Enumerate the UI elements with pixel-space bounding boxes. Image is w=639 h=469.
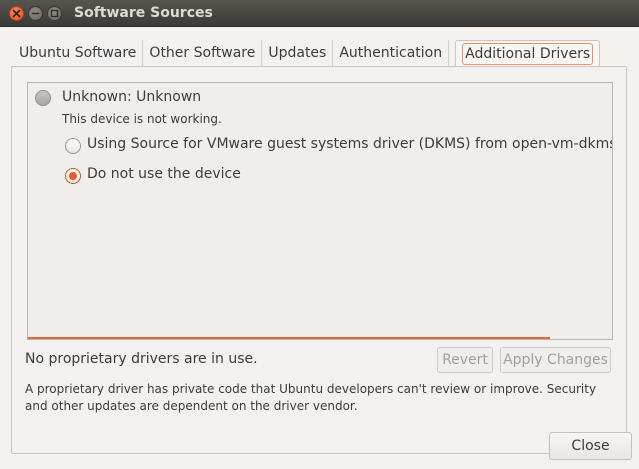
close-button[interactable]: Close (549, 432, 632, 460)
apply-changes-button[interactable]: Apply Changes (500, 347, 611, 373)
device-status: This device is not working. (62, 112, 222, 126)
driver-option-radio-none[interactable] (65, 168, 81, 184)
tab-bar: Ubuntu Software Other Software Updates A… (13, 40, 601, 66)
driver-option-label-vmware[interactable]: Using Source for VMware guest systems dr… (87, 136, 612, 152)
revert-button[interactable]: Revert (437, 347, 493, 373)
driver-option-radio-vmware[interactable] (65, 138, 81, 154)
driver-option-label-none[interactable]: Do not use the device (87, 166, 241, 182)
tab-other-software[interactable]: Other Software (143, 40, 263, 66)
tab-additional-drivers[interactable]: Additional Drivers (455, 40, 601, 66)
minimize-icon (31, 12, 40, 15)
device-name: Unknown: Unknown (62, 89, 202, 105)
additional-drivers-panel: Unknown: Unknown This device is not work… (11, 66, 627, 454)
tab-updates[interactable]: Updates (262, 40, 334, 66)
device-radio (35, 90, 51, 106)
close-window-button[interactable] (9, 6, 24, 21)
window-titlebar: Software Sources (0, 0, 639, 27)
proprietary-driver-note: A proprietary driver has private code th… (25, 382, 597, 413)
close-icon (12, 9, 21, 18)
driver-status-text: No proprietary drivers are in use. (25, 351, 258, 367)
tab-additional-drivers-label: Additional Drivers (462, 43, 594, 65)
window-content: Ubuntu Software Other Software Updates A… (0, 28, 639, 469)
maximize-icon (50, 9, 59, 18)
progress-bar (28, 337, 550, 339)
driver-list[interactable]: Unknown: Unknown This device is not work… (27, 82, 613, 340)
window-title: Software Sources (74, 5, 213, 21)
tab-ubuntu-software[interactable]: Ubuntu Software (13, 40, 144, 66)
minimize-window-button[interactable] (28, 6, 43, 21)
tab-authentication[interactable]: Authentication (333, 40, 450, 66)
maximize-window-button[interactable] (47, 6, 62, 21)
